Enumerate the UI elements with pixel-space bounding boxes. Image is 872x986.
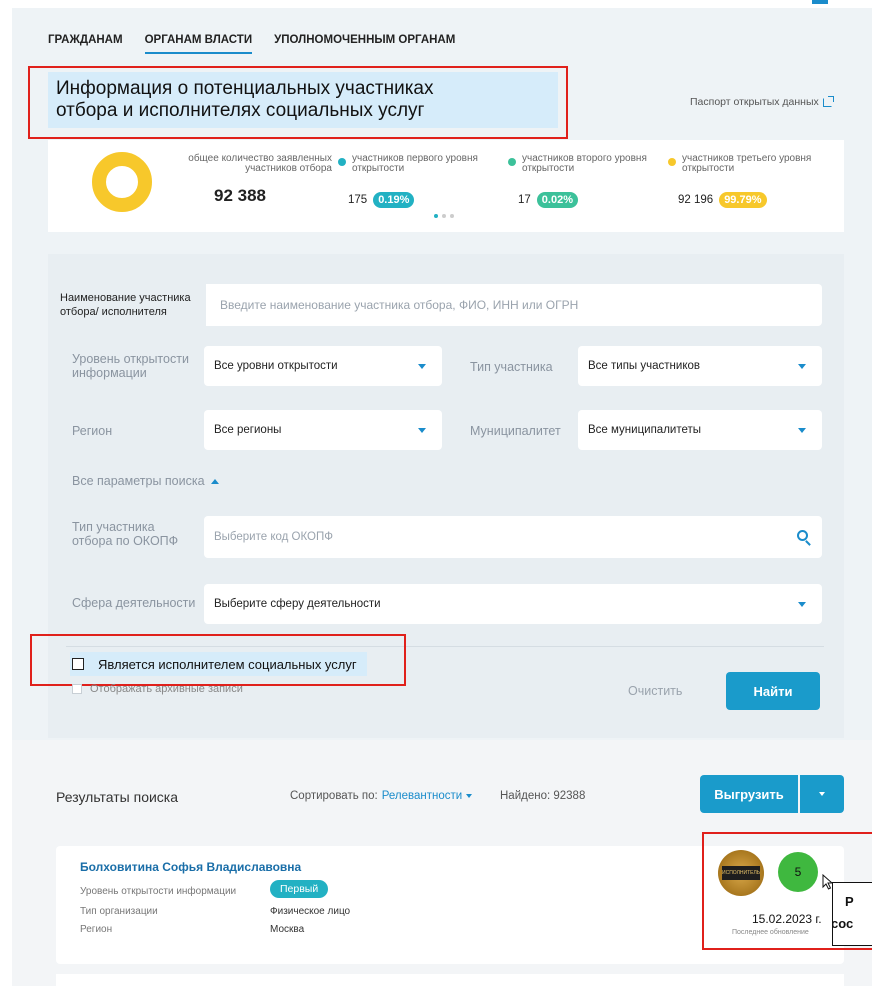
chevron-down-icon <box>798 428 806 433</box>
donut-chart-icon <box>92 152 152 212</box>
passport-link-label: Паспорт открытых данных <box>690 96 819 108</box>
stat-level-2-label: участников второго уровня открытости <box>522 153 647 174</box>
chevron-down-icon <box>798 364 806 369</box>
level-1-dot-icon <box>338 158 346 166</box>
passport-link[interactable]: Паспорт открытых данных <box>690 95 834 108</box>
stat-level-3-value: 92 196 99.79% <box>678 192 767 208</box>
highlight-title <box>28 66 568 139</box>
top-strip <box>12 0 872 8</box>
stat-level-1-label: участников первого уровня открытости <box>352 153 478 174</box>
stat-level-3-count: 92 196 <box>678 194 714 206</box>
search-icon[interactable] <box>797 530 808 541</box>
results-title: Результаты поиска <box>56 789 179 805</box>
nav-citizens[interactable]: ГРАЖДАНАМ <box>48 34 123 54</box>
callout-line1: Р <box>845 894 854 909</box>
sort-control: Сортировать по: Релевантности <box>290 790 473 802</box>
export-button[interactable]: Выгрузить <box>700 775 798 813</box>
stats-card: общее количество заявленных участников о… <box>48 140 844 232</box>
card-level-key: Уровень открытости информации <box>80 886 237 897</box>
region-label: Регион <box>72 424 113 438</box>
nav-authorities[interactable]: ОРГАНАМ ВЛАСТИ <box>144 34 253 54</box>
name-field-label: Наименование участника отбора/ исполните… <box>60 292 191 318</box>
municipality-select-value: Все муниципалитеты <box>588 424 702 436</box>
stat-level-2-count: 17 <box>518 194 531 206</box>
top-nav: ГРАЖДАНАМ ОРГАНАМ ВЛАСТИ УПОЛНОМОЧЕННЫМ … <box>48 34 455 54</box>
find-button[interactable]: Найти <box>726 672 820 710</box>
card-level-badge: Первый <box>270 880 329 898</box>
stat-level-1-count: 175 <box>348 194 368 206</box>
all-params-toggle[interactable]: Все параметры поиска <box>72 474 219 488</box>
sphere-label: Сфера деятельности <box>72 596 196 610</box>
region-select[interactable]: Все регионы <box>204 410 442 450</box>
clear-button[interactable]: Очистить <box>628 684 682 698</box>
municipality-label: Муниципалитет <box>470 424 561 438</box>
result-card-name[interactable]: Болховитина Софья Владиславовна <box>80 860 301 874</box>
sphere-select-value: Выберите сферу деятельности <box>214 598 381 610</box>
export-menu-button[interactable] <box>800 775 844 813</box>
level-2-dot-icon <box>508 158 516 166</box>
level-select-value: Все уровни открытости <box>214 360 338 372</box>
name-field-label-box: Наименование участника отбора/ исполните… <box>56 284 206 326</box>
stat-level-2-percent: 0.02% <box>536 192 578 208</box>
okopf-label: Тип участника отбора по ОКОПФ <box>72 520 179 548</box>
archive-checkbox-label: Отображать архивные записи <box>90 683 243 695</box>
sphere-select[interactable]: Выберите сферу деятельности <box>204 584 822 624</box>
municipality-select[interactable]: Все муниципалитеты <box>578 410 822 450</box>
chevron-down-icon <box>819 792 825 796</box>
card-region-key: Регион <box>80 924 113 935</box>
stats-total-value: 92 388 <box>214 186 266 205</box>
carousel-dots[interactable] <box>434 214 454 218</box>
card-region-value: Москва <box>270 924 305 935</box>
archive-checkbox[interactable] <box>72 684 82 694</box>
sort-label: Сортировать по: <box>290 790 378 802</box>
card-org-type-value: Физическое лицо <box>270 906 351 917</box>
all-params-label: Все параметры поиска <box>72 474 205 488</box>
external-link-icon <box>822 95 834 107</box>
sort-select[interactable]: Релевантности <box>382 790 462 802</box>
region-select-value: Все регионы <box>214 424 282 436</box>
stat-level-1-percent: 0.19% <box>373 192 415 208</box>
participant-type-value: Все типы участников <box>588 360 700 372</box>
archive-checkbox-row[interactable]: Отображать архивные записи <box>72 683 243 695</box>
participant-type-select[interactable]: Все типы участников <box>578 346 822 386</box>
stat-level-3-label: участников третьего уровня открытости <box>682 153 812 174</box>
stat-level-2-value: 17 0.02% <box>518 192 578 208</box>
next-result-card <box>56 974 844 986</box>
name-input[interactable]: Введите наименование участника отбора, Ф… <box>220 298 578 312</box>
level-label: Уровень открытости информации <box>72 352 189 380</box>
name-field: Наименование участника отбора/ исполните… <box>56 284 822 326</box>
stat-level-1-value: 175 0.19% <box>348 192 415 208</box>
okopf-input[interactable]: Выберите код ОКОПФ <box>204 516 822 558</box>
participant-type-label: Тип участника <box>470 360 553 374</box>
chevron-down-icon[interactable] <box>466 794 473 798</box>
level-3-dot-icon <box>668 158 676 166</box>
callout-box: Р сос <box>832 882 872 946</box>
callout-line2: сос <box>832 916 854 931</box>
card-org-type-key: Тип организации <box>80 906 158 917</box>
chevron-up-icon <box>210 478 219 484</box>
chevron-down-icon <box>798 602 806 607</box>
stats-total-label: общее количество заявленных участников о… <box>188 153 332 174</box>
chevron-down-icon <box>418 364 426 369</box>
results-count: Найдено: 92388 <box>500 790 586 802</box>
okopf-placeholder: Выберите код ОКОПФ <box>214 531 334 543</box>
top-accent <box>812 0 828 4</box>
nav-authorized-bodies[interactable]: УПОЛНОМОЧЕННЫМ ОРГАНАМ <box>274 34 455 54</box>
chevron-down-icon <box>418 428 426 433</box>
stat-level-3-percent: 99.79% <box>719 192 767 208</box>
level-select[interactable]: Все уровни открытости <box>204 346 442 386</box>
highlight-checkbox <box>30 634 406 686</box>
